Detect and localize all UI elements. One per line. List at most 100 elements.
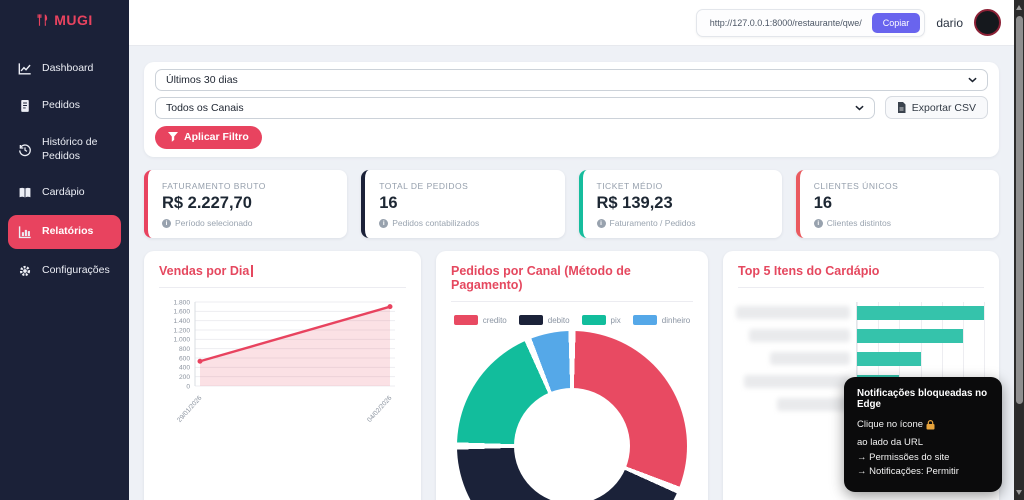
bar-label-blurred bbox=[749, 329, 850, 342]
period-select-value: Últimos 30 dias bbox=[166, 74, 238, 86]
orders-by-channel-card: Pedidos por Canal (Método de Pagamento) … bbox=[436, 251, 708, 500]
copy-url-button[interactable]: Copiar bbox=[872, 13, 921, 33]
sidebar-item-label: Dashboard bbox=[42, 62, 93, 76]
scrollbar-down-arrow[interactable] bbox=[1016, 490, 1022, 495]
svg-text:600: 600 bbox=[179, 355, 190, 362]
share-url-text: http://127.0.0.1:8000/restaurante/qwe/ bbox=[710, 18, 862, 28]
stats-row: FATURAMENTO BRUTO R$ 2.227,70 i Período s… bbox=[144, 170, 999, 238]
export-csv-label: Exportar CSV bbox=[912, 102, 976, 114]
bar-label-blurred bbox=[744, 375, 850, 388]
stat-card-faturamento: FATURAMENTO BRUTO R$ 2.227,70 iPeríodo s… bbox=[144, 170, 347, 238]
sidebar-item-label: Cardápio bbox=[42, 186, 85, 200]
legend-label: dinheiro bbox=[662, 316, 690, 325]
stat-value: R$ 139,23 bbox=[597, 194, 768, 213]
legend-swatch bbox=[454, 315, 478, 325]
text-caret bbox=[251, 265, 253, 277]
scrollbar-up-arrow[interactable] bbox=[1016, 5, 1022, 10]
chevron-down-icon bbox=[968, 77, 977, 83]
legend-label: credito bbox=[483, 316, 507, 325]
stat-note: Período selecionado bbox=[175, 218, 253, 228]
bar-label-blurred bbox=[777, 398, 850, 411]
chart-bar-icon bbox=[18, 225, 33, 239]
sidebar-item-label: Configurações bbox=[42, 264, 110, 278]
sidebar-item-label: Pedidos bbox=[42, 99, 80, 113]
bar-item[interactable] bbox=[857, 352, 921, 366]
svg-text:1.600: 1.600 bbox=[173, 309, 190, 316]
username-label: dario bbox=[936, 16, 963, 30]
sidebar-item-pedidos[interactable]: Pedidos bbox=[8, 91, 121, 121]
sidebar-item-configura-es[interactable]: Configurações bbox=[8, 256, 121, 286]
stat-card-clientes-unicos: CLIENTES ÚNICOS 16 iClientes distintos bbox=[796, 170, 999, 238]
app-logo: MUGI bbox=[0, 0, 129, 34]
stat-value: 16 bbox=[379, 194, 550, 213]
sidebar-item-card-pio[interactable]: Cardápio bbox=[8, 178, 121, 208]
svg-text:400: 400 bbox=[179, 365, 190, 372]
legend-label: pix bbox=[611, 316, 621, 325]
svg-text:1.000: 1.000 bbox=[173, 337, 190, 344]
channel-select-value: Todos os Canais bbox=[166, 102, 244, 114]
svg-text:200: 200 bbox=[179, 374, 190, 381]
stat-label: FATURAMENTO BRUTO bbox=[162, 181, 333, 191]
bar-item[interactable] bbox=[857, 329, 963, 343]
orders-by-channel-title: Pedidos por Canal (Método de Pagamento) bbox=[451, 264, 693, 302]
stat-value: 16 bbox=[814, 194, 985, 213]
bar-label-blurred bbox=[770, 352, 850, 365]
info-icon: i bbox=[597, 219, 606, 228]
sidebar-item-label: Histórico de Pedidos bbox=[42, 136, 115, 163]
sales-by-day-card: Vendas por Dia 02004006008001.0001.2001.… bbox=[144, 251, 421, 500]
export-csv-button[interactable]: Exportar CSV bbox=[885, 96, 988, 119]
history-icon bbox=[18, 143, 33, 157]
stat-note: Faturamento / Pedidos bbox=[610, 218, 696, 228]
legend-item-credito[interactable]: credito bbox=[454, 315, 507, 325]
toast-line2: → Permissões do site bbox=[857, 451, 989, 466]
scrollbar-thumb[interactable] bbox=[1016, 16, 1023, 404]
vertical-scrollbar[interactable] bbox=[1014, 0, 1024, 500]
app-logo-text: MUGI bbox=[54, 12, 93, 28]
stat-label: TOTAL DE PEDIDOS bbox=[379, 181, 550, 191]
payment-method-donut-chart bbox=[457, 331, 687, 500]
svg-text:800: 800 bbox=[179, 346, 190, 353]
bar-item[interactable] bbox=[857, 306, 984, 320]
stat-note: Pedidos contabilizados bbox=[392, 218, 479, 228]
stat-value: R$ 2.227,70 bbox=[162, 194, 333, 213]
sales-by-day-line-chart: 02004006008001.0001.2001.4001.6001.80029… bbox=[159, 296, 405, 431]
toast-title: Notificações bloqueadas no Edge bbox=[857, 388, 989, 410]
svg-text:04/02/2026: 04/02/2026 bbox=[366, 394, 394, 423]
svg-text:29/01/2026: 29/01/2026 bbox=[176, 394, 204, 423]
sidebar-item-hist-rico-de-pedidos[interactable]: Histórico de Pedidos bbox=[8, 128, 121, 171]
apply-filter-button[interactable]: Aplicar Filtro bbox=[155, 126, 262, 149]
legend-swatch bbox=[633, 315, 657, 325]
period-select[interactable]: Últimos 30 dias bbox=[155, 69, 988, 91]
sidebar-item-label: Relatórios bbox=[42, 225, 93, 239]
legend-swatch bbox=[582, 315, 606, 325]
edge-notification-toast: Notificações bloqueadas no Edge Clique n… bbox=[844, 377, 1002, 492]
lock-icon bbox=[926, 420, 935, 430]
stat-card-total-pedidos: TOTAL DE PEDIDOS 16 i Pedidos contabiliza… bbox=[361, 170, 564, 238]
toast-line1-prefix: Clique no ícone bbox=[857, 418, 923, 433]
legend-item-debito[interactable]: debito bbox=[519, 315, 570, 325]
legend-item-pix[interactable]: pix bbox=[582, 315, 621, 325]
toast-line3: → Notificações: Permitir bbox=[857, 465, 989, 480]
svg-text:1.200: 1.200 bbox=[173, 327, 190, 334]
chart-line-icon bbox=[18, 62, 33, 76]
svg-text:1.800: 1.800 bbox=[173, 299, 190, 306]
stat-label: TICKET MÉDIO bbox=[597, 181, 768, 191]
svg-text:1.400: 1.400 bbox=[173, 318, 190, 325]
donut-legend: credito debito pix dinheiro bbox=[451, 315, 693, 325]
toast-line1-suffix: ao lado da URL bbox=[857, 436, 923, 451]
legend-item-dinheiro[interactable]: dinheiro bbox=[633, 315, 690, 325]
channel-select[interactable]: Todos os Canais bbox=[155, 97, 875, 119]
book-icon bbox=[18, 186, 33, 200]
info-icon: i bbox=[379, 219, 388, 228]
sidebar-item-dashboard[interactable]: Dashboard bbox=[8, 54, 121, 84]
legend-swatch bbox=[519, 315, 543, 325]
legend-label: debito bbox=[548, 316, 570, 325]
sidebar-item-relat-rios[interactable]: Relatórios bbox=[8, 215, 121, 249]
sales-by-day-title: Vendas por Dia bbox=[159, 264, 249, 278]
share-url-box: http://127.0.0.1:8000/restaurante/qwe/ C… bbox=[696, 9, 926, 37]
stat-label: CLIENTES ÚNICOS bbox=[814, 181, 985, 191]
user-avatar[interactable] bbox=[974, 9, 1001, 36]
receipt-icon bbox=[18, 99, 33, 113]
chevron-down-icon bbox=[855, 105, 864, 111]
funnel-icon bbox=[168, 132, 178, 142]
